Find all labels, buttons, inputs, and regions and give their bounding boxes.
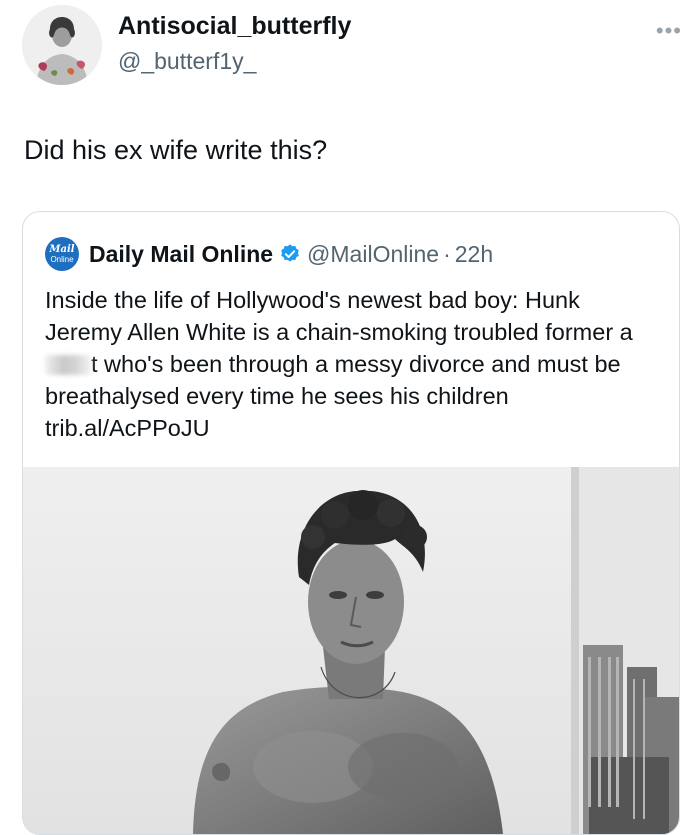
more-options-icon[interactable]: ••• xyxy=(656,18,682,44)
online-logo-text: Online xyxy=(50,254,74,264)
mail-logo-text: Mail xyxy=(49,243,75,255)
separator-dot: · xyxy=(443,240,451,267)
article-photo[interactable] xyxy=(23,467,679,834)
quoted-tweet[interactable]: Mail Online Daily Mail Online @MailOnlin… xyxy=(22,211,680,835)
quoted-timestamp[interactable]: 22h xyxy=(455,241,493,268)
quoted-tweet-text: Inside the life of Hollywood's newest ba… xyxy=(45,284,655,444)
article-photo-image xyxy=(23,467,679,834)
tweet-text: Did his ex wife write this? xyxy=(24,135,328,165)
verified-badge-icon xyxy=(281,244,299,262)
author-handle[interactable]: @_butterf1y_ xyxy=(118,48,256,75)
author-name[interactable]: Antisocial_butterfly xyxy=(118,12,351,41)
author-avatar[interactable] xyxy=(22,5,102,85)
quoted-tweet-header: Mail Online Daily Mail Online @MailOnlin… xyxy=(45,237,493,271)
blurred-word xyxy=(45,355,91,375)
quoted-text-part-1: Inside the life of Hollywood's newest ba… xyxy=(45,287,633,345)
quoted-text-part-2: t who's been through a messy divorce and… xyxy=(45,351,621,441)
quoted-author-handle[interactable]: @MailOnline xyxy=(307,241,439,268)
quoted-author-name[interactable]: Daily Mail Online xyxy=(89,241,273,268)
mailonline-avatar[interactable]: Mail Online xyxy=(45,237,79,271)
